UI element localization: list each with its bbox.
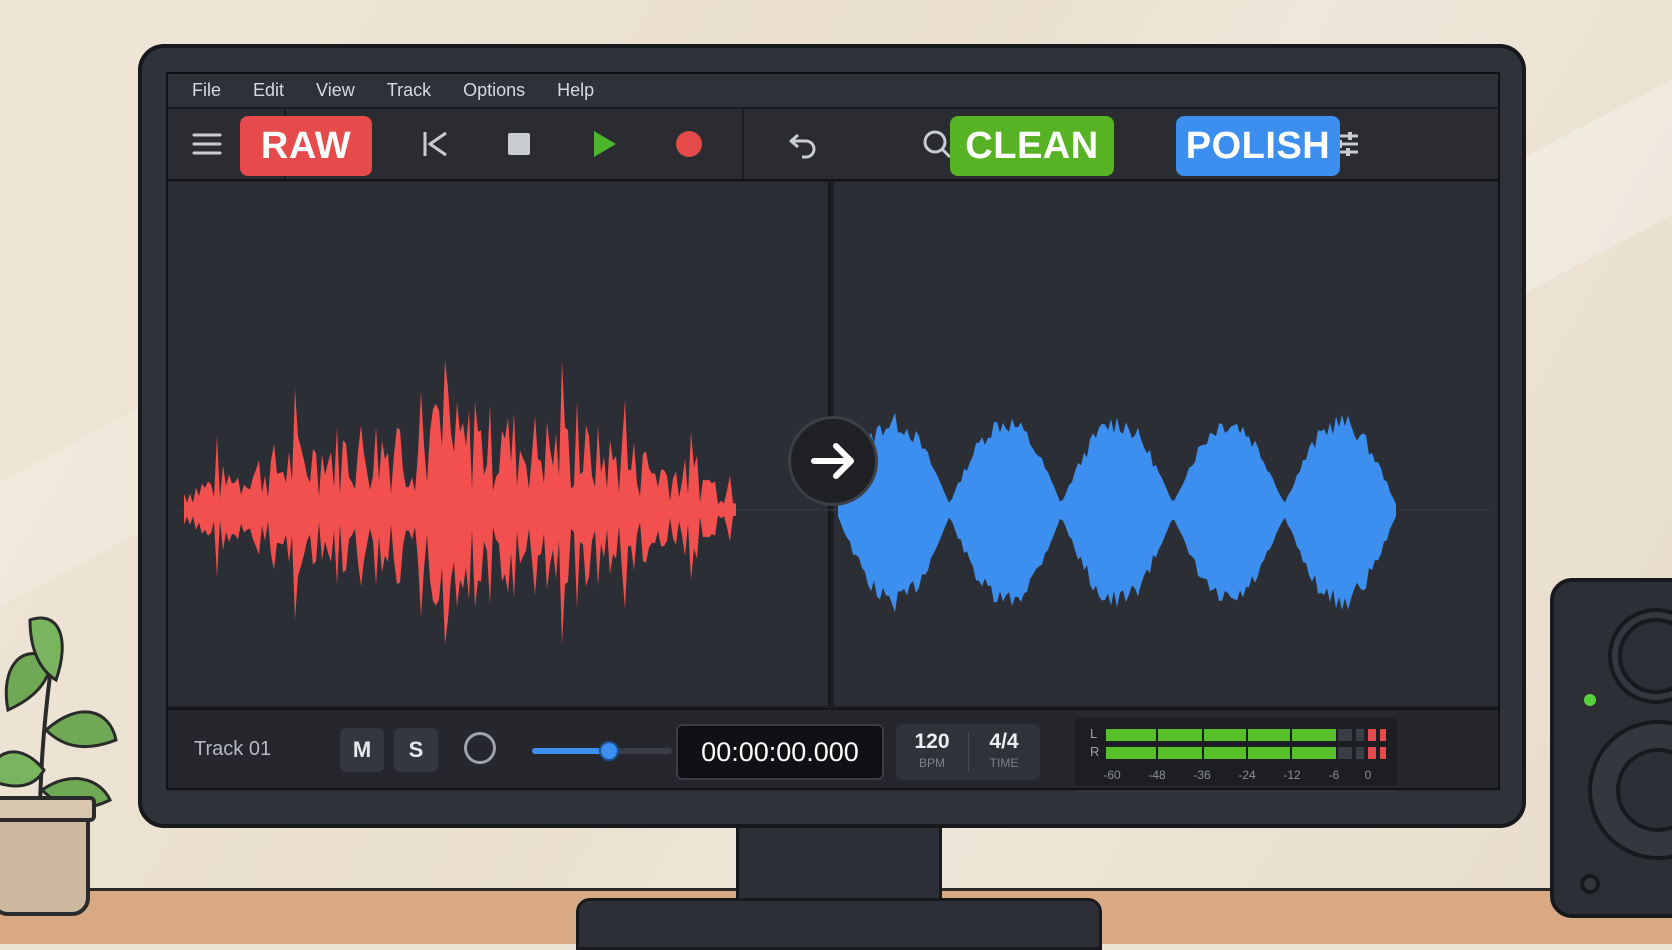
volume-slider-fill — [532, 748, 609, 754]
speaker-port — [1580, 874, 1600, 894]
daw-window: File Edit View Track Options Help Track … — [166, 72, 1500, 790]
meter-segment — [1368, 747, 1376, 759]
meter-segment — [1248, 747, 1290, 759]
meter-segment — [1368, 729, 1376, 741]
menu-icon[interactable] — [184, 121, 230, 167]
timecode-display: 00:00:00.000 — [676, 724, 884, 780]
volume-slider[interactable] — [532, 741, 672, 761]
toolbar-divider — [742, 109, 744, 179]
meter-scale-label: -24 — [1238, 768, 1256, 782]
meter-scale-label: -36 — [1193, 768, 1211, 782]
time-signature-cell: 4/4 TIME — [968, 730, 1040, 770]
bpm-cell: 120 BPM — [896, 730, 968, 770]
meter-segment — [1106, 729, 1156, 741]
meter-segment — [1380, 729, 1386, 741]
raw-waveform — [184, 360, 736, 645]
meter-segment — [1338, 729, 1352, 741]
meter-segment — [1204, 729, 1246, 741]
menu-edit[interactable]: Edit — [253, 80, 284, 101]
pan-knob[interactable] — [464, 732, 496, 764]
level-meter: L R -60 -48 -36 -24 -12 -6 0 — [1074, 718, 1398, 786]
bpm-label: BPM — [918, 756, 945, 770]
meter-segment — [1338, 747, 1352, 759]
time-signature-label: TIME — [989, 756, 1019, 770]
raw-waveform-shape — [184, 360, 736, 645]
meter-scale-label: 0 — [1364, 768, 1372, 782]
undo-icon[interactable] — [780, 121, 826, 167]
monitor-stand — [736, 826, 942, 909]
meter-segment — [1356, 747, 1364, 759]
mute-button[interactable]: M — [340, 728, 384, 772]
menu-help[interactable]: Help — [557, 80, 594, 101]
meter-segment — [1292, 747, 1336, 759]
meter-segment — [1158, 729, 1202, 741]
bpm-value: 120 — [914, 730, 950, 753]
raw-badge: RAW — [240, 116, 372, 176]
time-signature-value: 4/4 — [989, 730, 1019, 753]
meter-scale-label: -12 — [1283, 768, 1301, 782]
meter-left-label: L — [1090, 726, 1098, 741]
meter-scale-label: -48 — [1148, 768, 1166, 782]
track-name: Track 01 — [194, 738, 272, 760]
menu-view[interactable]: View — [316, 80, 355, 101]
skip-back-icon[interactable] — [412, 121, 458, 167]
power-led — [1584, 694, 1596, 706]
clean-waveform — [838, 412, 1396, 613]
meter-segment — [1248, 729, 1290, 741]
menu-options[interactable]: Options — [463, 80, 525, 101]
tempo-display[interactable]: 120 BPM 4/4 TIME — [896, 724, 1040, 780]
menu-track[interactable]: Track — [387, 80, 431, 101]
meter-left-bar — [1106, 729, 1386, 741]
transport-bar: Track 01 M S 00:00:00.000 120 BPM 4/4 TI… — [168, 708, 1498, 788]
process-arrow-button[interactable] — [788, 416, 878, 506]
plant-pot-rim — [0, 796, 96, 822]
polish-badge[interactable]: POLISH — [1176, 116, 1340, 176]
monitor-stand-base — [576, 898, 1102, 950]
studio-speaker — [1550, 578, 1672, 918]
solo-button[interactable]: S — [394, 728, 438, 772]
meter-scale-label: -6 — [1328, 768, 1340, 782]
play-icon[interactable] — [580, 121, 626, 167]
meter-segment — [1292, 729, 1336, 741]
meter-segment — [1380, 747, 1386, 759]
record-icon[interactable] — [666, 121, 712, 167]
menu-file[interactable]: File — [192, 80, 221, 101]
clean-waveform-shape — [838, 412, 1396, 613]
meter-segment — [1356, 729, 1364, 741]
meter-segment — [1158, 747, 1202, 759]
arrow-right-icon — [811, 443, 854, 479]
menu-bar: File Edit View Track Options Help — [168, 74, 1498, 108]
volume-slider-thumb[interactable] — [599, 741, 619, 761]
meter-segment — [1204, 747, 1246, 759]
meter-segment — [1106, 747, 1156, 759]
clean-badge[interactable]: CLEAN — [950, 116, 1114, 176]
meter-scale-label: -60 — [1103, 768, 1121, 782]
stop-icon[interactable] — [496, 121, 542, 167]
meter-right-bar — [1106, 747, 1386, 759]
meter-right-label: R — [1090, 744, 1100, 759]
